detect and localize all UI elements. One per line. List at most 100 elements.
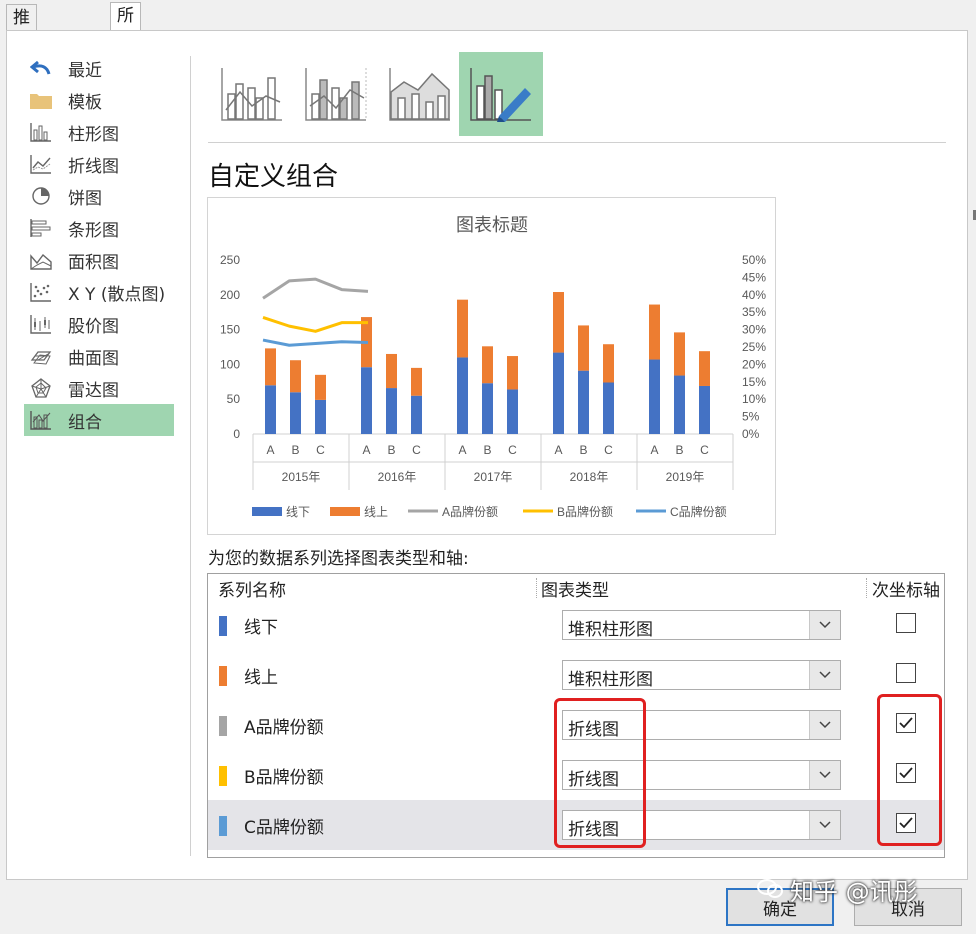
- y2-axis-tick-label: 0%: [742, 427, 760, 441]
- surface-chart-icon: [28, 345, 54, 367]
- sidebar-item-label: 折线图: [68, 156, 119, 177]
- bar-segment-xianxia: [411, 395, 422, 434]
- bar-segment-xianxia: [578, 370, 589, 434]
- x-category-label: A: [458, 443, 466, 457]
- series-row-xianshang: 线上 堆积柱形图: [208, 650, 944, 700]
- series-table-header: 系列名称 图表类型 次坐标轴: [208, 574, 944, 601]
- series-name: B品牌份额: [244, 768, 324, 788]
- x-category-label: A: [266, 443, 274, 457]
- y2-axis-tick-label: 15%: [742, 375, 766, 389]
- sidebar-item-column[interactable]: 柱形图: [24, 116, 174, 148]
- x-group-label: 2017年: [474, 470, 513, 484]
- tab-recommended-charts[interactable]: 推荐的图表: [6, 4, 37, 132]
- x-category-label: A: [554, 443, 562, 457]
- chevron-down-icon[interactable]: [809, 761, 840, 789]
- sidebar-item-area[interactable]: 面积图: [24, 244, 174, 276]
- x-category-label: B: [579, 443, 587, 457]
- series-name: 线上: [244, 668, 278, 688]
- sidebar-item-combo[interactable]: 组合: [24, 404, 174, 436]
- bar-segment-xianshang: [649, 304, 660, 360]
- series-color-swatch: [219, 666, 227, 686]
- clustered-column-line-secondary-icon[interactable]: [294, 52, 378, 136]
- x-category-label: C: [412, 443, 421, 457]
- bar-segment-xianshang: [674, 332, 685, 376]
- sidebar-item-bar[interactable]: 条形图: [24, 212, 174, 244]
- bar-segment-xianshang: [578, 325, 589, 371]
- header-series-name: 系列名称: [218, 581, 286, 601]
- chart-type-select[interactable]: 堆积柱形图: [562, 660, 841, 690]
- y2-axis-tick-label: 25%: [742, 340, 766, 354]
- series-color-swatch: [219, 816, 227, 836]
- bar-segment-xianshang: [265, 348, 276, 386]
- chart-preview: 图表标题 250 200 150 100 50 0 50% 45% 40% 35% 30% 25% 20%…: [207, 197, 776, 535]
- sidebar-item-label: 曲面图: [68, 348, 119, 369]
- chevron-down-icon[interactable]: [809, 611, 840, 639]
- sidebar-item-surface[interactable]: 曲面图: [24, 340, 174, 372]
- bar-segment-xianshang: [411, 367, 422, 396]
- secondary-axis-checkbox[interactable]: [896, 613, 916, 633]
- y2-axis-tick-label: 30%: [742, 323, 766, 337]
- legend-label: 线下: [286, 505, 310, 519]
- scatter-chart-icon: [28, 281, 54, 303]
- clustered-column-line-icon[interactable]: [210, 52, 294, 136]
- combo-heading: 自定义组合: [208, 162, 339, 192]
- bar-segment-xianshang: [315, 374, 326, 400]
- bar-segment-xianxia: [386, 388, 397, 434]
- chart-type-highlight-box: [554, 698, 646, 848]
- bar-segment-xianshang: [699, 351, 710, 386]
- series-color-swatch: [219, 716, 227, 736]
- x-category-label: C: [604, 443, 613, 457]
- chart-type-select[interactable]: 堆积柱形图: [562, 610, 841, 640]
- sidebar-item-templates[interactable]: 模板: [24, 84, 174, 116]
- bar-segment-xianxia: [482, 383, 493, 434]
- chevron-down-icon[interactable]: [809, 661, 840, 689]
- combo-chart-icon: [28, 409, 54, 431]
- bar-segment-xianshang: [553, 292, 564, 353]
- sidebar-item-label: 股价图: [68, 316, 119, 337]
- chevron-down-icon[interactable]: [809, 811, 840, 839]
- y2-axis-tick-label: 50%: [742, 253, 766, 267]
- chart-title: 图表标题: [456, 215, 528, 235]
- y-axis-tick-label: 0: [233, 427, 240, 441]
- sidebar-item-scatter[interactable]: X Y (散点图): [24, 276, 174, 308]
- sidebar-item-line[interactable]: 折线图: [24, 148, 174, 180]
- sidebar-item-radar[interactable]: 雷达图: [24, 372, 174, 404]
- x-group-label: 2019年: [666, 470, 705, 484]
- sidebar-item-label: 条形图: [68, 220, 119, 241]
- secondary-axis-checkbox[interactable]: [896, 663, 916, 683]
- sidebar-divider: [190, 56, 191, 856]
- series-color-swatch: [219, 616, 227, 636]
- x-category-label: B: [675, 443, 683, 457]
- sidebar-item-label: X Y (散点图): [68, 284, 166, 305]
- series-name: C品牌份额: [244, 818, 324, 838]
- x-category-label: B: [387, 443, 395, 457]
- legend-label: 线上: [364, 505, 388, 519]
- watermark-text: 知乎 @讯彤: [790, 878, 918, 906]
- sidebar-item-label: 雷达图: [68, 380, 119, 401]
- custom-combo-icon[interactable]: [459, 52, 543, 136]
- column-chart-icon: [28, 121, 54, 143]
- y-axis-tick-label: 250: [220, 253, 240, 267]
- stacked-area-column-icon[interactable]: [378, 52, 462, 136]
- series-color-swatch: [219, 766, 227, 786]
- undo-icon: [28, 57, 54, 79]
- y2-axis-tick-label: 10%: [742, 392, 766, 406]
- x-category-label: B: [291, 443, 299, 457]
- line-chart-icon: [28, 153, 54, 175]
- bar-chart-icon: [28, 217, 54, 239]
- bar-segment-xianshang: [603, 344, 614, 383]
- sidebar-item-stock[interactable]: 股价图: [24, 308, 174, 340]
- radar-chart-icon: [28, 377, 54, 399]
- legend-label: B品牌份额: [557, 505, 613, 519]
- sidebar-item-recent[interactable]: 最近: [24, 52, 174, 84]
- x-group-label: 2016年: [378, 470, 417, 484]
- x-category-label: C: [508, 443, 517, 457]
- y-axis-tick-label: 200: [220, 288, 240, 302]
- bar-segment-xianxia: [457, 357, 468, 434]
- chevron-down-icon[interactable]: [809, 711, 840, 739]
- bar-segment-xianshang: [386, 353, 397, 389]
- x-category-label: B: [483, 443, 491, 457]
- y-axis-tick-label: 100: [220, 357, 240, 371]
- sidebar-item-pie[interactable]: 饼图: [24, 180, 174, 212]
- bar-segment-xianxia: [674, 375, 685, 434]
